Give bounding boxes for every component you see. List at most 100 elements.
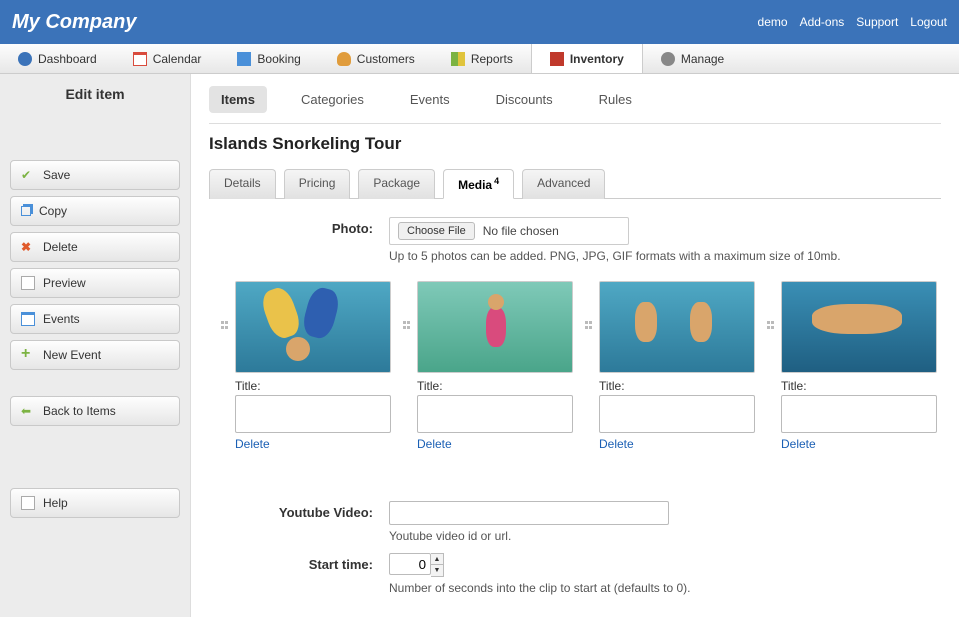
youtube-label: Youtube Video: <box>209 501 389 520</box>
toplink-addons[interactable]: Add-ons <box>800 15 845 29</box>
copy-icon <box>21 206 31 216</box>
drag-handle-icon[interactable] <box>221 321 229 329</box>
page-title: Islands Snorkeling Tour <box>209 134 941 154</box>
tab-package[interactable]: Package <box>358 169 435 199</box>
sidebar-title: Edit item <box>0 74 190 120</box>
photo-title-input[interactable] <box>235 395 391 433</box>
nav-manage[interactable]: Manage <box>643 44 742 73</box>
start-time-label: Start time: <box>209 553 389 572</box>
photo-thumbnail[interactable] <box>417 281 573 373</box>
start-time-stepper[interactable]: ▲ ▼ <box>389 553 444 577</box>
nav-label: Dashboard <box>38 52 97 66</box>
photo-thumbnail[interactable] <box>599 281 755 373</box>
nav-label: Inventory <box>570 52 624 66</box>
nav-booking[interactable]: Booking <box>219 44 318 73</box>
photo-helper: Up to 5 photos can be added. PNG, JPG, G… <box>389 249 941 263</box>
title-label: Title: <box>781 379 941 393</box>
back-button[interactable]: ⬅ Back to Items <box>10 396 180 426</box>
subtab-discounts[interactable]: Discounts <box>484 86 565 113</box>
photo-delete-link[interactable]: Delete <box>235 437 395 451</box>
calendar-icon <box>133 52 147 66</box>
drag-handle-icon[interactable] <box>403 321 411 329</box>
preview-icon <box>21 276 35 290</box>
reports-icon <box>451 52 465 66</box>
title-label: Title: <box>235 379 395 393</box>
photo-thumbnail[interactable] <box>781 281 937 373</box>
drag-handle-icon[interactable] <box>585 321 593 329</box>
tab-media-label: Media <box>458 178 492 192</box>
tab-media[interactable]: Media4 <box>443 169 514 199</box>
side-label: Back to Items <box>43 404 116 418</box>
file-input-wrap[interactable]: Choose File No file chosen <box>389 217 629 245</box>
toplink-demo[interactable]: demo <box>758 15 788 29</box>
side-label: Delete <box>43 240 78 254</box>
photo-title-input[interactable] <box>417 395 573 433</box>
subtab-rules[interactable]: Rules <box>587 86 644 113</box>
title-label: Title: <box>417 379 577 393</box>
youtube-helper: Youtube video id or url. <box>389 529 941 543</box>
delete-button[interactable]: ✖ Delete <box>10 232 180 262</box>
stepper-up-icon[interactable]: ▲ <box>431 554 443 565</box>
side-label: Copy <box>39 204 67 218</box>
sidebar: Edit item ✔ Save Copy ✖ Delete Preview E… <box>0 74 191 617</box>
preview-button[interactable]: Preview <box>10 268 180 298</box>
side-label: Help <box>43 496 68 510</box>
delete-icon: ✖ <box>21 240 35 254</box>
toplink-support[interactable]: Support <box>856 15 898 29</box>
dashboard-icon <box>18 52 32 66</box>
photo-delete-link[interactable]: Delete <box>599 437 759 451</box>
tab-advanced[interactable]: Advanced <box>522 169 605 199</box>
events-button[interactable]: Events <box>10 304 180 334</box>
nav-label: Customers <box>357 52 415 66</box>
photo-item: Title: Delete <box>417 281 577 451</box>
title-label: Title: <box>599 379 759 393</box>
check-icon: ✔ <box>21 168 35 182</box>
brand: My Company <box>12 11 136 34</box>
nav-dashboard[interactable]: Dashboard <box>0 44 115 73</box>
copy-button[interactable]: Copy <box>10 196 180 226</box>
photo-thumbnail[interactable] <box>235 281 391 373</box>
side-label: New Event <box>43 348 101 362</box>
tab-details[interactable]: Details <box>209 169 276 199</box>
customers-icon <box>337 52 351 66</box>
photo-delete-link[interactable]: Delete <box>781 437 941 451</box>
save-button[interactable]: ✔ Save <box>10 160 180 190</box>
gear-icon <box>661 52 675 66</box>
nav-label: Manage <box>681 52 724 66</box>
subtab-categories[interactable]: Categories <box>289 86 376 113</box>
side-label: Events <box>43 312 80 326</box>
main: Items Categories Events Discounts Rules … <box>191 74 959 617</box>
start-time-helper: Number of seconds into the clip to start… <box>389 581 941 595</box>
start-time-input[interactable] <box>389 553 431 575</box>
nav-calendar[interactable]: Calendar <box>115 44 220 73</box>
tab-media-badge: 4 <box>494 176 499 186</box>
events-icon <box>21 312 35 326</box>
photo-item: Title: Delete <box>599 281 759 451</box>
youtube-input[interactable] <box>389 501 669 525</box>
help-button[interactable]: Help <box>10 488 180 518</box>
nav-label: Calendar <box>153 52 202 66</box>
toplink-logout[interactable]: Logout <box>910 15 947 29</box>
subtab-events[interactable]: Events <box>398 86 462 113</box>
photo-title-input[interactable] <box>599 395 755 433</box>
nav-reports[interactable]: Reports <box>433 44 531 73</box>
file-status: No file chosen <box>483 224 559 238</box>
photo-title-input[interactable] <box>781 395 937 433</box>
media-form: Photo: Choose File No file chosen Up to … <box>209 199 941 595</box>
photo-item: Title: Delete <box>235 281 395 451</box>
photo-delete-link[interactable]: Delete <box>417 437 577 451</box>
choose-file-button[interactable]: Choose File <box>398 222 475 240</box>
inventory-icon <box>550 52 564 66</box>
booking-icon <box>237 52 251 66</box>
navbar: Dashboard Calendar Booking Customers Rep… <box>0 44 959 74</box>
nav-customers[interactable]: Customers <box>319 44 433 73</box>
side-label: Preview <box>43 276 86 290</box>
help-icon <box>21 496 35 510</box>
photo-label: Photo: <box>209 217 389 236</box>
subtab-items[interactable]: Items <box>209 86 267 113</box>
tab-pricing[interactable]: Pricing <box>284 169 351 199</box>
nav-inventory[interactable]: Inventory <box>531 44 643 73</box>
new-event-button[interactable]: + New Event <box>10 340 180 370</box>
drag-handle-icon[interactable] <box>767 321 775 329</box>
photo-item: Title: Delete <box>781 281 941 451</box>
